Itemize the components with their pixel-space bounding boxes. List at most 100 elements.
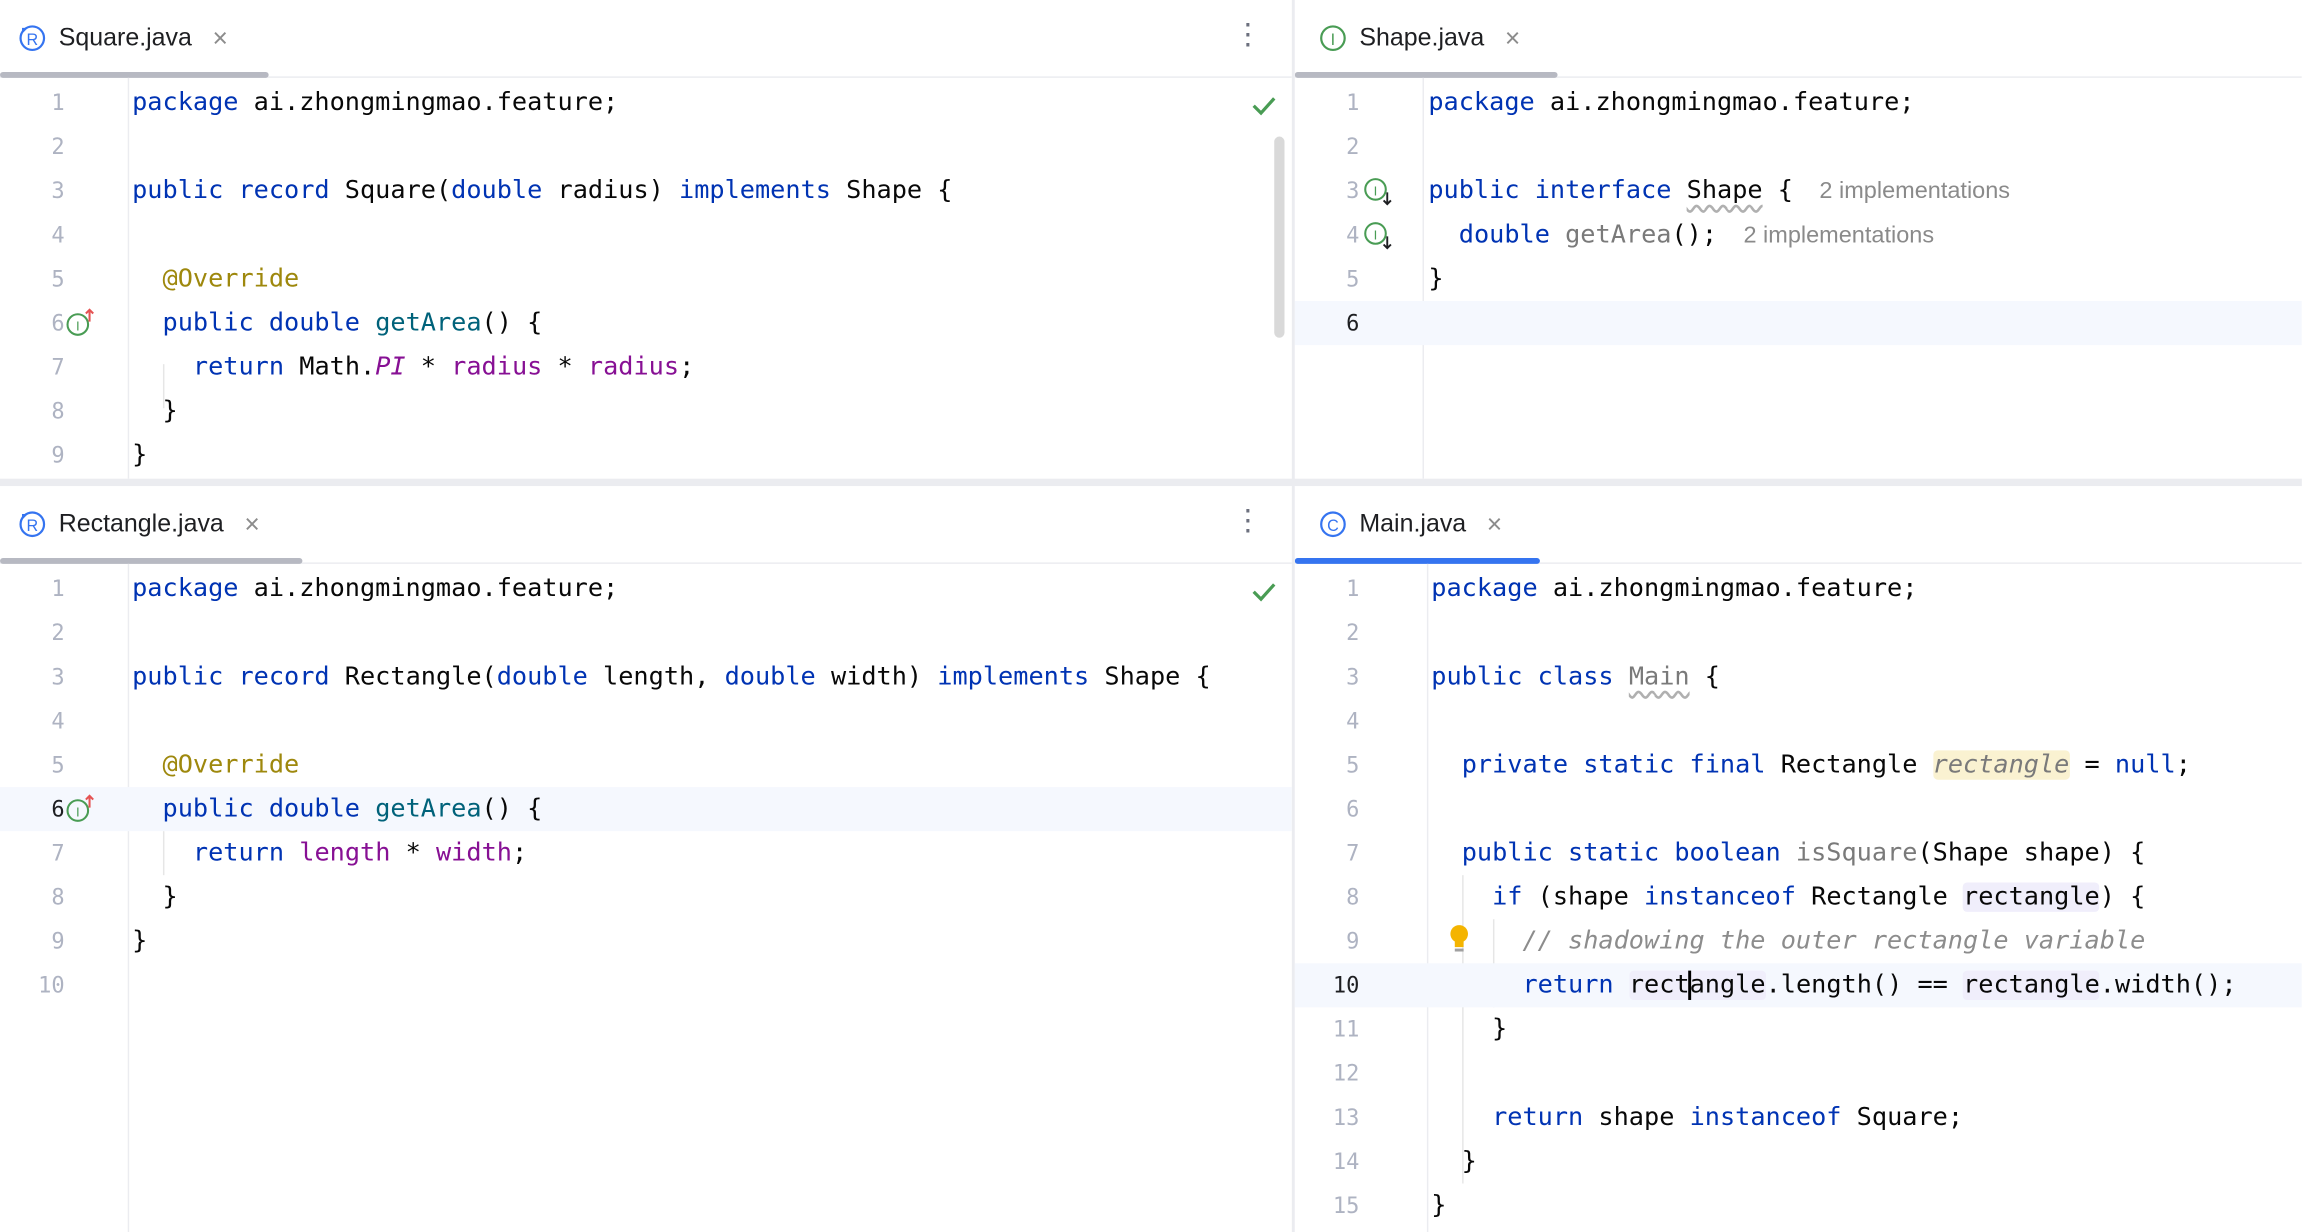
implements-method-icon[interactable]: I [65,793,97,825]
code-line: double getArea(); 2 implementations [1458,220,1935,250]
line-number: 9 [51,441,65,469]
more-vertical-icon[interactable]: ⋮ [1233,21,1262,50]
code-line: } [132,882,178,912]
line-number: 3 [1346,663,1360,691]
code-line: if (shape instanceof Rectangle rectangle… [1492,882,2146,912]
code-line: } [132,396,178,426]
line-number: 2 [51,619,65,647]
line-number: 7 [1346,839,1360,867]
code-line: } [1428,264,1444,294]
code-line: } [1431,1190,1447,1221]
svg-text:C: C [1327,517,1339,535]
line-number: 4 [51,221,65,249]
tab-main-java[interactable]: C Main.java × [1318,486,1502,562]
code-line: } [1431,1146,1477,1177]
more-vertical-icon[interactable]: ⋮ [1233,507,1262,536]
line-number: 3 [1346,177,1360,205]
line-number: 5 [1346,265,1360,293]
code-line: package ai.zhongmingmao.feature; [1431,574,1918,604]
line-number: 8 [1346,883,1360,911]
line-number: 6 [1346,309,1360,337]
tab-bar: I Shape.java × [1294,0,2302,78]
close-icon[interactable]: × [244,511,259,537]
code-line: public double getArea() { [162,794,543,824]
code-line: public double getArea() { [162,308,543,338]
line-number: 8 [51,397,65,425]
close-icon[interactable]: × [1505,25,1520,51]
line-number: 14 [1332,1148,1360,1175]
tab-label: Rectangle.java [58,509,224,538]
implemented-icon[interactable]: I [1362,175,1394,207]
tab-bar: R Rectangle.java × ⋮ [0,486,1292,564]
code-editor[interactable]: 1 package ai.zhongmingmao.feature; 2 3 pub… [0,563,1292,1232]
vertical-splitter[interactable] [1291,0,1295,1232]
code-editor[interactable]: 1 package ai.zhongmingmao.feature; 2 3 pub… [1294,563,2302,1232]
line-number: 5 [51,265,65,293]
tab-square-java[interactable]: R Square.java × [18,0,228,76]
line-number: 7 [51,839,65,867]
code-line: package ai.zhongmingmao.feature; [1428,88,1915,118]
code-line: return length * width; [192,838,528,868]
code-line: public record Square(double radius) impl… [132,176,953,206]
tab-bar: R Square.java × ⋮ [0,0,1292,78]
code-line: @Override [162,264,300,294]
line-number: 6 [1346,795,1360,823]
svg-text:R: R [26,31,38,49]
line-number: 1 [51,89,65,117]
svg-text:I: I [76,318,80,333]
close-icon[interactable]: × [1487,511,1502,537]
editor-pane-square: R Square.java × ⋮ 1 package ai.zhongmingm… [0,0,1292,479]
text-caret [1688,970,1692,1000]
implemented-icon[interactable]: I [1362,219,1394,251]
code-line: private static final Rectangle rectangle… [1461,750,2191,780]
line-number: 3 [51,177,65,205]
line-number: 7 [51,353,65,381]
tab-label: Shape.java [1359,23,1485,52]
horizontal-splitter[interactable] [0,478,2302,487]
code-line: } [132,926,148,956]
line-number: 8 [51,883,65,911]
code-line: public record Rectangle(double length, d… [132,662,1211,692]
line-number: 9 [1346,928,1360,955]
line-number: 2 [1346,619,1360,647]
code-line: @Override [162,750,300,780]
tab-label: Main.java [1359,509,1467,538]
code-line: return Math.PI * radius * radius; [192,352,695,382]
class-icon: C [1320,511,1346,538]
line-number: 3 [51,663,65,691]
svg-text:I: I [76,804,80,819]
implementations-hint[interactable]: 2 implementations [1819,179,2010,204]
code-line: return rectangle.length() == rectangle.w… [1522,970,2237,1000]
tab-rectangle-java[interactable]: R Rectangle.java × [18,486,260,562]
editor-pane-main: C Main.java × 1 package ai.zhongmingmao.f… [1294,486,2302,1232]
code-editor[interactable]: 1 package ai.zhongmingmao.feature; 2 3 I … [1294,77,2302,479]
line-number: 1 [1346,575,1360,603]
code-line: return shape instanceof Square; [1492,1102,1964,1133]
code-line: package ai.zhongmingmao.feature; [132,88,619,118]
code-editor[interactable]: 1 package ai.zhongmingmao.feature; 2 3 pub… [0,77,1292,479]
line-number: 6 [51,309,65,337]
editor-pane-shape: I Shape.java × 1 package ai.zhongmingmao.… [1294,0,2302,479]
line-number: 4 [1346,221,1360,249]
line-number: 4 [1346,707,1360,735]
tab-shape-java[interactable]: I Shape.java × [1318,0,1520,76]
line-number: 10 [1332,972,1360,999]
line-number: 5 [1346,751,1360,779]
implements-method-icon[interactable]: I [65,307,97,339]
record-icon: R [19,511,46,538]
line-number: 1 [51,575,65,603]
tab-label: Square.java [58,23,192,52]
code-line: } [132,440,148,470]
line-number: 11 [1332,1016,1360,1043]
code-line: public class Main { [1431,662,1720,692]
line-number: 2 [51,133,65,161]
implementations-hint[interactable]: 2 implementations [1743,223,1934,248]
svg-text:I: I [1374,183,1378,198]
close-icon[interactable]: × [212,25,227,51]
code-line: } [1431,1014,1508,1045]
line-number: 9 [51,928,65,955]
line-number: 13 [1332,1104,1360,1131]
code-line: // shadowing the outer rectangle variabl… [1522,926,2146,956]
code-line: public static boolean isSquare(Shape sha… [1461,838,2146,868]
code-line: public interface Shape {2 implementation… [1428,176,2011,206]
